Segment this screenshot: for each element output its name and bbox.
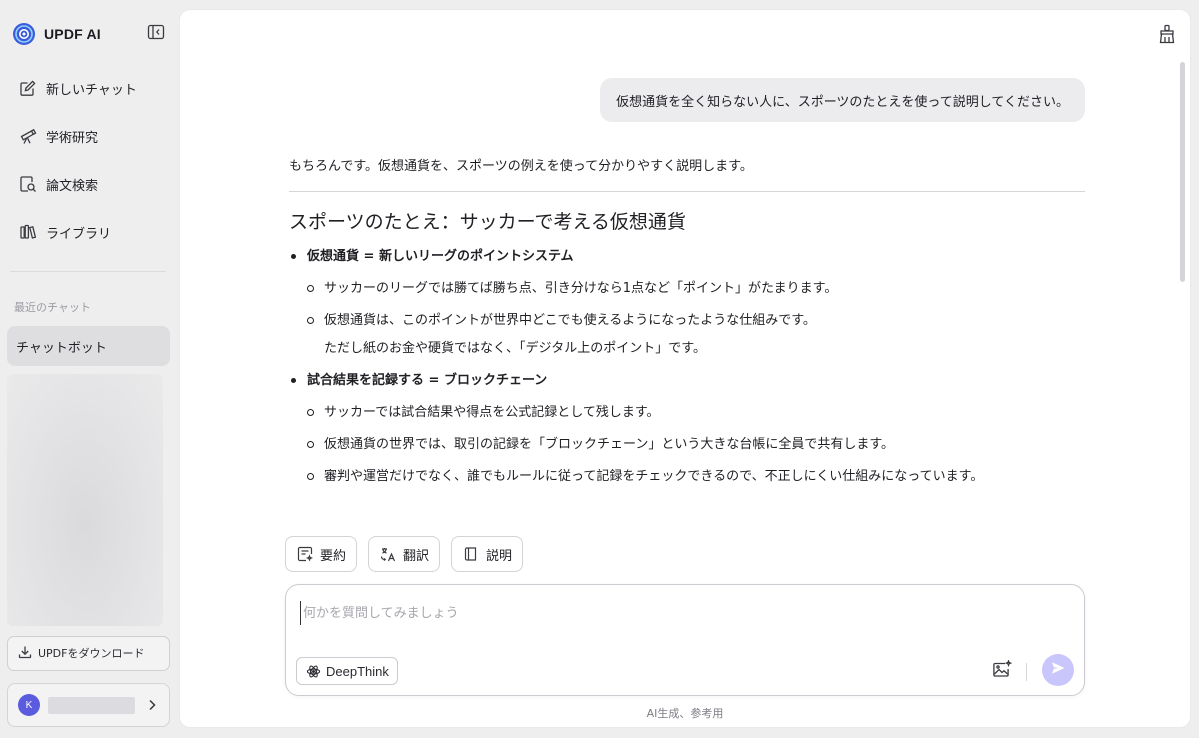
composer: DeepThink [285,584,1085,696]
send-icon [1050,660,1066,680]
sub-item-text: サッカーのリーグでは勝てば勝ち点、引き分けなら1点など「ポイント」がたまります。 [324,281,838,296]
download-icon [18,644,32,663]
sidebar-nav: 新しいチャット 学術研究 論文検索 ライブラリ [8,64,170,256]
account-name-redacted [48,696,135,714]
recent-chats-heading: 最近のチャット [14,301,91,314]
attach-image-button[interactable] [990,659,1014,683]
translate-button[interactable]: 翻訳 [368,536,441,572]
sidebar-item-paper-search[interactable]: 論文検索 [8,160,170,208]
sidebar-item-label: 論文検索 [46,178,99,194]
blurred-chat-history [7,374,163,626]
chat-scrollbar[interactable] [1180,62,1185,282]
assistant-message: もちろんです。仮想通貨を、スポーツの例えを使って分かりやすく説明します。 スポー… [289,155,1085,527]
download-label: UPDFをダウンロード [38,646,145,660]
sub-item-text: 仮想通貨の世界では、取引の記録を「ブロックチェーン」という大きな台帳に全員で共有… [324,437,895,452]
assistant-intro: もちろんです。仮想通貨を、スポーツの例えを使って分かりやすく説明します。 [289,159,753,174]
sidebar-item-label: 新しいチャット [46,82,137,98]
answer-sub-item: 審判や運営だけでなく、誰でもルールに従って記録をチェックできるので、不正しにくい… [289,466,1085,488]
document-search-icon [18,174,38,194]
sidebar-item-label: ライブラリ [46,226,112,242]
sub-item-text: 仮想通貨は、このポイントが世界中どこでも使えるようになったような仕組みです。 [324,313,816,328]
image-sparkle-icon [992,659,1013,682]
telescope-icon [18,126,38,146]
translate-label: 翻訳 [403,548,430,564]
edit-icon [18,78,38,98]
atom-icon [305,663,321,679]
answer-sub-item: 仮想通貨の世界では、取引の記録を「ブロックチェーン」という大きな台帳に全員で共有… [289,434,1085,456]
avatar: K [18,694,40,716]
account-menu[interactable]: K [7,683,170,727]
sidebar-item-new-chat[interactable]: 新しいチャット [8,64,170,112]
chevron-right-icon [145,698,159,712]
answer-sub-item: サッカーのリーグでは勝てば勝ち点、引き分けなら1点など「ポイント」がたまります。 [289,278,1085,300]
brand[interactable]: UPDF AI [12,22,101,46]
app-name: UPDF AI [44,26,101,42]
send-button[interactable] [1042,654,1074,686]
sub-item-text: サッカーでは試合結果や得点を公式記録として残します。 [324,405,660,420]
explain-label: 説明 [486,548,513,564]
sidebar: UPDF AI 新しいチャット 学術研究 論文検索 ライブラリ 最近のチャット … [0,0,178,738]
updf-logo-icon [12,22,36,46]
explain-button[interactable]: 説明 [451,536,524,572]
deepthink-label: DeepThink [326,663,389,679]
clear-chat-button[interactable] [1156,24,1178,48]
deepthink-toggle[interactable]: DeepThink [296,657,398,685]
summary-label: 要約 [320,548,347,564]
sidebar-collapse-icon [147,23,165,45]
answer-sub-item: 仮想通貨は、このポイントが世界中どこでも使えるようになったような仕組みです。 た… [289,310,1085,360]
answer-heading: スポーツのたとえ：サッカーで考える仮想通貨 [289,211,686,233]
book-icon [462,545,480,563]
download-updf-button[interactable]: UPDFをダウンロード [7,636,170,671]
answer-bullet: 仮想通貨 = 新しいリーグのポイントシステム [289,246,1085,268]
translate-icon [379,545,397,563]
message-divider [289,191,1085,192]
ai-disclaimer: AI生成、参考用 [646,707,724,720]
composer-divider [1026,663,1027,681]
user-message: 仮想通貨を全く知らない人に、スポーツのたとえを使って説明してください。 [600,78,1085,122]
quick-actions: 要約 翻訳 説明 [285,536,524,572]
question-input[interactable] [300,601,1060,625]
summary-icon [296,545,314,563]
recent-chat-item[interactable]: チャットボット [7,326,170,366]
sidebar-item-library[interactable]: ライブラリ [8,208,170,256]
sidebar-item-label: 学術研究 [46,130,99,146]
answer-sub-item: サッカーでは試合結果や得点を公式記録として残します。 [289,402,1085,424]
answer-bullet: 試合結果を記録する = ブロックチェーン [289,370,1085,392]
collapse-sidebar-button[interactable] [146,24,166,44]
chat-panel: 仮想通貨を全く知らない人に、スポーツのたとえを使って説明してください。 もちろん… [180,10,1190,727]
sidebar-divider [10,271,166,272]
sidebar-item-academic-research[interactable]: 学術研究 [8,112,170,160]
summary-button[interactable]: 要約 [285,536,358,572]
broom-icon [1158,24,1176,48]
library-icon [18,222,38,242]
sub-item-text: 審判や運営だけでなく、誰でもルールに従って記録をチェックできるので、不正しにくい… [324,469,984,484]
sub-item-continuation: ただし紙のお金や硬貨ではなく、「デジタル上のポイント」です。 [324,341,706,356]
scroll-fade [289,507,1085,527]
